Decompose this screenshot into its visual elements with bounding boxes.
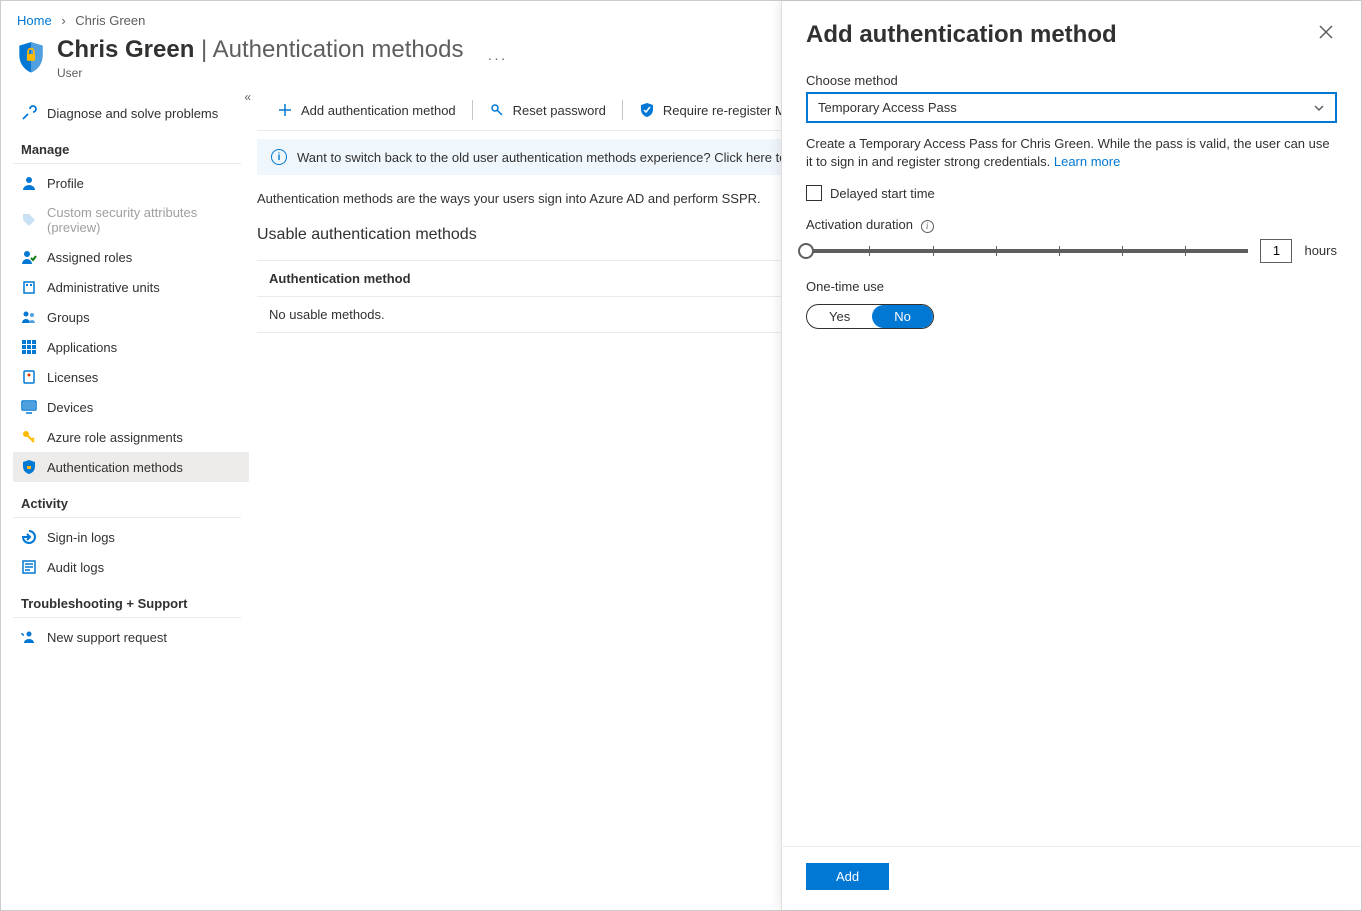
close-icon — [1319, 25, 1333, 39]
building-icon — [21, 279, 37, 295]
sidebar-item-label: Applications — [47, 340, 117, 355]
person-icon — [21, 175, 37, 191]
reset-password-button[interactable]: Reset password — [477, 96, 618, 124]
breadcrumb-separator: › — [61, 13, 65, 28]
collapse-sidebar-button[interactable]: « — [244, 90, 251, 104]
activation-slider[interactable] — [806, 239, 1248, 263]
add-button[interactable]: Add — [806, 863, 889, 890]
sidebar-section-manage: Manage — [13, 128, 241, 164]
dropdown-value: Temporary Access Pass — [818, 100, 957, 115]
shield-icon — [17, 41, 45, 75]
sidebar-item-audit-logs[interactable]: Audit logs — [13, 552, 249, 582]
sidebar-item-label: Profile — [47, 176, 84, 191]
signin-icon — [21, 529, 37, 545]
activation-duration-label: Activation duration i — [806, 217, 1337, 233]
sidebar-item-label: Groups — [47, 310, 90, 325]
info-icon: i — [271, 149, 287, 165]
list-icon — [21, 559, 37, 575]
toggle-yes[interactable]: Yes — [807, 305, 872, 328]
toolbar-separator — [622, 100, 623, 120]
choose-method-label: Choose method — [806, 73, 1337, 88]
sidebar-item-auth-methods[interactable]: Authentication methods — [13, 452, 249, 482]
panel-title: Add authentication method — [806, 21, 1117, 49]
wrench-icon — [21, 105, 37, 121]
sidebar-item-label: Custom security attributes (preview) — [47, 205, 237, 235]
sidebar-item-label: Assigned roles — [47, 250, 132, 265]
sidebar-item-custom-attrs: Custom security attributes (preview) — [13, 198, 249, 242]
shield-check-icon — [639, 102, 655, 118]
slider-thumb[interactable] — [798, 243, 814, 259]
sidebar-item-label: Authentication methods — [47, 460, 183, 475]
page-title: Chris Green | Authentication methods — [57, 36, 463, 64]
add-auth-method-button[interactable]: Add authentication method — [265, 96, 468, 124]
sidebar: « Diagnose and solve problems Manage Pro… — [1, 90, 257, 910]
sidebar-item-label: Audit logs — [47, 560, 104, 575]
breadcrumb-home[interactable]: Home — [17, 13, 52, 28]
badge-icon — [21, 369, 37, 385]
chevron-down-icon — [1313, 102, 1325, 114]
toggle-no[interactable]: No — [872, 305, 933, 328]
add-auth-panel: Add authentication method Choose method … — [781, 1, 1361, 910]
sidebar-item-label: Azure role assignments — [47, 430, 183, 445]
shield-lock-icon — [21, 459, 37, 475]
sidebar-item-licenses[interactable]: Licenses — [13, 362, 249, 392]
toolbar-label: Reset password — [513, 103, 606, 118]
sidebar-item-label: Administrative units — [47, 280, 160, 295]
delayed-start-checkbox[interactable] — [806, 185, 822, 201]
sidebar-item-diagnose[interactable]: Diagnose and solve problems — [13, 98, 249, 128]
onetime-toggle[interactable]: Yes No — [806, 304, 934, 329]
help-text: Create a Temporary Access Pass for Chris… — [806, 135, 1337, 171]
sidebar-item-admin-units[interactable]: Administrative units — [13, 272, 249, 302]
sidebar-item-profile[interactable]: Profile — [13, 168, 249, 198]
choose-method-dropdown[interactable]: Temporary Access Pass — [806, 92, 1337, 123]
sidebar-item-signin-logs[interactable]: Sign-in logs — [13, 522, 249, 552]
sidebar-item-label: Diagnose and solve problems — [47, 106, 218, 121]
sidebar-item-assigned-roles[interactable]: Assigned roles — [13, 242, 249, 272]
key-icon — [21, 429, 37, 445]
onetime-label: One-time use — [806, 279, 1337, 294]
key-reset-icon — [489, 102, 505, 118]
support-icon — [21, 629, 37, 645]
breadcrumb-current: Chris Green — [75, 13, 145, 28]
plus-icon — [277, 102, 293, 118]
banner-text: Want to switch back to the old user auth… — [297, 150, 786, 165]
toolbar-label: Require re-register M — [663, 103, 786, 118]
monitor-icon — [21, 399, 37, 415]
more-button[interactable]: ··· — [483, 46, 511, 70]
hours-label: hours — [1304, 243, 1337, 258]
sidebar-section-troubleshooting: Troubleshooting + Support — [13, 582, 241, 618]
sidebar-item-devices[interactable]: Devices — [13, 392, 249, 422]
grid-icon — [21, 339, 37, 355]
sidebar-item-new-support[interactable]: New support request — [13, 622, 249, 652]
duration-input[interactable] — [1260, 239, 1292, 263]
require-reregister-button[interactable]: Require re-register M — [627, 96, 798, 124]
toolbar-separator — [472, 100, 473, 120]
sidebar-item-groups[interactable]: Groups — [13, 302, 249, 332]
info-icon[interactable]: i — [921, 220, 934, 233]
delayed-start-label: Delayed start time — [830, 186, 935, 201]
close-button[interactable] — [1315, 21, 1337, 43]
tag-icon — [21, 212, 37, 228]
sidebar-section-activity: Activity — [13, 482, 241, 518]
sidebar-item-applications[interactable]: Applications — [13, 332, 249, 362]
toolbar-label: Add authentication method — [301, 103, 456, 118]
learn-more-link[interactable]: Learn more — [1054, 154, 1120, 169]
sidebar-item-label: Devices — [47, 400, 93, 415]
page-subtitle: User — [57, 66, 463, 80]
sidebar-item-label: Licenses — [47, 370, 98, 385]
sidebar-item-azure-roles[interactable]: Azure role assignments — [13, 422, 249, 452]
people-icon — [21, 309, 37, 325]
sidebar-item-label: New support request — [47, 630, 167, 645]
person-check-icon — [21, 249, 37, 265]
sidebar-item-label: Sign-in logs — [47, 530, 115, 545]
